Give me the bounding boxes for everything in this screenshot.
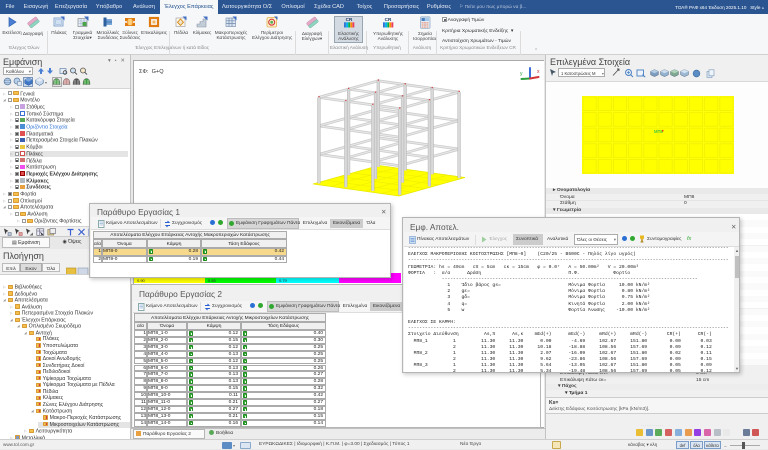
svg-text:ΜΠ8: ΜΠ8 xyxy=(654,129,664,134)
svg-text:CR: CR xyxy=(385,17,392,22)
svg-text:CR: CR xyxy=(345,17,352,22)
svg-text:x: x xyxy=(537,69,540,75)
svg-text:y: y xyxy=(520,71,523,77)
